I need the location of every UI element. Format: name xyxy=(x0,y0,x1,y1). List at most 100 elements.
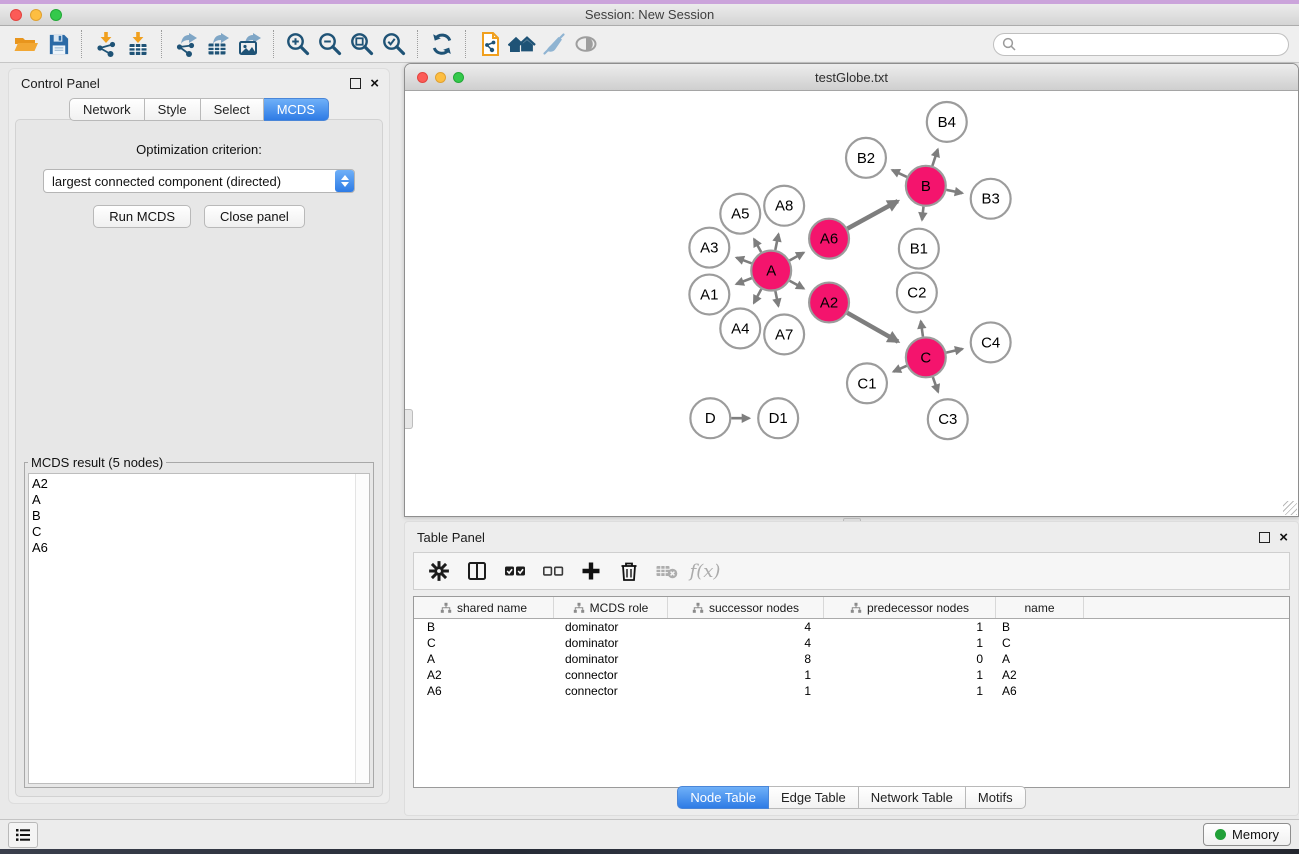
list-item[interactable]: B xyxy=(32,508,355,524)
graph-edge-B-B1[interactable] xyxy=(922,207,923,220)
mcds-result-list[interactable]: A2 A B C A6 xyxy=(28,473,370,784)
show-task-history-button[interactable] xyxy=(8,822,38,848)
graph-edge-C-C4[interactable] xyxy=(946,349,962,353)
zoom-fit-button[interactable] xyxy=(346,29,378,59)
import-table-button[interactable] xyxy=(122,29,154,59)
search-box[interactable] xyxy=(993,33,1289,56)
graph-node-label: C1 xyxy=(857,375,876,392)
graph-edge-B-B3[interactable] xyxy=(946,190,962,193)
graph-edge-A-A4[interactable] xyxy=(754,289,761,303)
network-view-window: testGlobe.txt AA1A3A5A8A4A7A6A2BB1B2B3B4… xyxy=(404,63,1299,517)
column-header-shared-name[interactable]: shared name xyxy=(414,597,554,618)
tab-node-table[interactable]: Node Table xyxy=(677,786,769,809)
table-row[interactable]: A2 connector 1 1 A2 xyxy=(414,667,1289,683)
table-panel-title: Table Panel xyxy=(417,530,485,545)
toolbar-separator xyxy=(161,30,163,58)
graph-edge-A-A3[interactable] xyxy=(736,258,751,264)
network-overview-button[interactable] xyxy=(506,29,538,59)
add-column-button[interactable] xyxy=(574,556,608,586)
open-session-button[interactable] xyxy=(10,29,42,59)
list-scrollbar[interactable] xyxy=(355,474,369,783)
window-resize-grip[interactable] xyxy=(1283,501,1297,515)
save-session-button[interactable] xyxy=(42,29,74,59)
table-panel-tabs: Node Table Edge Table Network Table Moti… xyxy=(405,786,1298,809)
hide-graphics-details-button[interactable] xyxy=(538,29,570,59)
show-graphics-details-button[interactable] xyxy=(570,29,602,59)
delete-table-button[interactable] xyxy=(650,556,684,586)
close-panel-button[interactable]: Close panel xyxy=(204,205,305,228)
list-item[interactable]: A2 xyxy=(32,476,355,492)
import-network-button[interactable] xyxy=(90,29,122,59)
show-columns-button[interactable] xyxy=(460,556,494,586)
close-panel-icon[interactable]: × xyxy=(370,79,379,88)
column-header-predecessor-nodes[interactable]: predecessor nodes xyxy=(824,597,996,618)
graph-edge-A-A1[interactable] xyxy=(736,278,751,284)
tab-select[interactable]: Select xyxy=(201,98,264,121)
graph-node-label: A1 xyxy=(700,287,718,304)
delete-column-button[interactable] xyxy=(612,556,646,586)
table-row[interactable]: A6 connector 1 1 A6 xyxy=(414,683,1289,699)
graph-edge-A-A2[interactable] xyxy=(790,281,804,289)
graph-edge-A2-C[interactable] xyxy=(847,313,898,342)
tab-network-table[interactable]: Network Table xyxy=(859,786,966,809)
zoom-in-button[interactable] xyxy=(282,29,314,59)
select-all-button[interactable] xyxy=(498,556,532,586)
graph-edge-C-C2[interactable] xyxy=(921,321,923,336)
table-row[interactable]: B dominator 4 1 B xyxy=(414,619,1289,635)
main-toolbar xyxy=(0,26,1299,63)
control-panel: Control Panel × Network Style Select MCD… xyxy=(8,68,390,804)
splitter-grabber[interactable] xyxy=(405,409,413,429)
zoom-fit-icon xyxy=(349,31,375,57)
deselect-all-button[interactable] xyxy=(536,556,570,586)
run-mcds-button[interactable]: Run MCDS xyxy=(93,205,191,228)
network-graph[interactable]: AA1A3A5A8A4A7A6A2BB1B2B3B4CC1C2C3C4DD1 xyxy=(405,91,1298,516)
criterion-select[interactable]: largest connected component (directed) xyxy=(43,169,355,193)
mcds-result-group: MCDS result (5 nodes) A2 A B C A6 xyxy=(24,455,374,788)
tab-edge-table[interactable]: Edge Table xyxy=(769,786,859,809)
graph-edge-C-C3[interactable] xyxy=(933,377,938,392)
network-canvas[interactable]: AA1A3A5A8A4A7A6A2BB1B2B3B4CC1C2C3C4DD1 xyxy=(405,91,1298,516)
zoom-selected-button[interactable] xyxy=(378,29,410,59)
equation-builder-button[interactable]: f(x) xyxy=(688,556,722,586)
table-row[interactable]: A dominator 8 0 A xyxy=(414,651,1289,667)
tab-mcds[interactable]: MCDS xyxy=(264,98,329,121)
duplicate-network-button[interactable] xyxy=(474,29,506,59)
float-panel-icon[interactable] xyxy=(350,78,361,89)
list-item[interactable]: A6 xyxy=(32,540,355,556)
table-row[interactable]: C dominator 4 1 C xyxy=(414,635,1289,651)
graph-node-label: B2 xyxy=(857,150,875,167)
export-table-button[interactable] xyxy=(202,29,234,59)
close-panel-icon[interactable]: × xyxy=(1279,533,1288,542)
graph-edge-A-A5[interactable] xyxy=(754,239,761,252)
graph-edge-A-A8[interactable] xyxy=(775,234,778,250)
graph-node-label: A7 xyxy=(775,326,793,343)
graph-edge-A-A6[interactable] xyxy=(790,253,804,261)
graph-edge-C-C1[interactable] xyxy=(893,366,906,372)
graph-edge-A-A7[interactable] xyxy=(775,291,778,306)
list-item[interactable]: C xyxy=(32,524,355,540)
column-header-mcds-role[interactable]: MCDS role xyxy=(554,597,668,618)
network-window-titlebar: testGlobe.txt xyxy=(405,64,1298,91)
search-input[interactable] xyxy=(1021,36,1280,53)
plus-icon xyxy=(580,560,602,582)
graph-edge-B-B4[interactable] xyxy=(932,149,937,165)
fx-icon: f(x) xyxy=(690,561,721,582)
graph-node-label: D xyxy=(705,410,716,427)
tab-network[interactable]: Network xyxy=(69,98,145,121)
table-settings-button[interactable] xyxy=(422,556,456,586)
export-network-icon xyxy=(173,31,199,57)
list-item[interactable]: A xyxy=(32,492,355,508)
refresh-button[interactable] xyxy=(426,29,458,59)
column-header-filler xyxy=(1084,597,1289,618)
float-panel-icon[interactable] xyxy=(1259,532,1270,543)
export-image-button[interactable] xyxy=(234,29,266,59)
tab-motifs[interactable]: Motifs xyxy=(966,786,1026,809)
export-network-button[interactable] xyxy=(170,29,202,59)
tab-style[interactable]: Style xyxy=(145,98,201,121)
column-header-successor-nodes[interactable]: successor nodes xyxy=(668,597,824,618)
column-header-name[interactable]: name xyxy=(996,597,1084,618)
memory-button[interactable]: Memory xyxy=(1203,823,1291,846)
graph-edge-B-B2[interactable] xyxy=(892,170,907,177)
zoom-out-button[interactable] xyxy=(314,29,346,59)
graph-edge-A6-B[interactable] xyxy=(847,201,897,229)
